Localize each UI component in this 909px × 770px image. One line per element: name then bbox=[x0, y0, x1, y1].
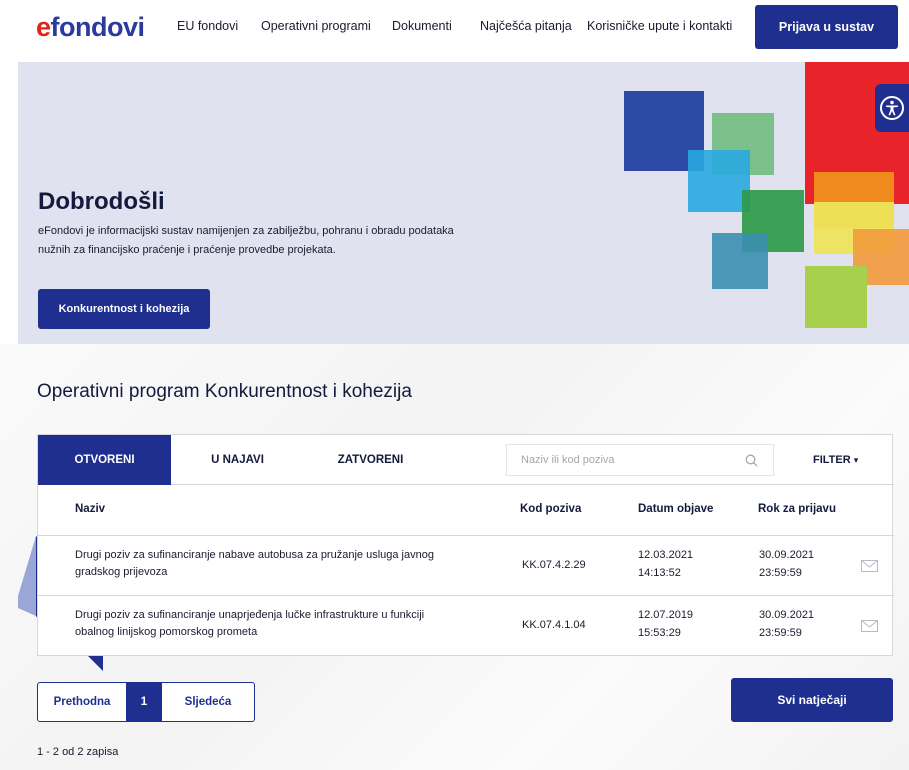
accessibility-icon bbox=[880, 96, 904, 120]
nav-korisnicke-upute[interactable]: Korisničke upute i kontakti bbox=[587, 19, 732, 33]
deadline-time: 23:59:59 bbox=[759, 627, 802, 639]
col-header-datum-objave: Datum objave bbox=[638, 503, 714, 515]
published-time: 14:13:52 bbox=[638, 567, 681, 579]
call-code: KK.07.4.2.29 bbox=[522, 559, 586, 571]
filter-dropdown[interactable]: FILTER ▾ bbox=[813, 435, 858, 485]
page-1-button[interactable]: 1 bbox=[126, 683, 162, 721]
status-tabs: OTVORENI U NAJAVI ZATVORENI FILTER ▾ bbox=[38, 435, 894, 485]
call-name[interactable]: Drugi poziv za sufinanciranje nabave aut… bbox=[75, 547, 435, 581]
hero-decor-square bbox=[712, 233, 768, 289]
nav-najcesca-pitanja[interactable]: Najčešća pitanja bbox=[480, 19, 572, 33]
efondovi-logo[interactable]: efondovi bbox=[36, 12, 145, 42]
col-header-rok-za-prijavu: Rok za prijavu bbox=[758, 503, 836, 515]
col-header-kod-poziva: Kod poziva bbox=[520, 503, 582, 515]
pagination: Prethodna 1 Sljedeća bbox=[37, 682, 255, 722]
caret-down-icon: ▾ bbox=[853, 455, 859, 465]
col-header-naziv: Naziv bbox=[75, 503, 106, 515]
nav-dokumenti[interactable]: Dokumenti bbox=[392, 19, 452, 33]
program-button[interactable]: Konkurentnost i kohezija bbox=[38, 289, 210, 329]
published-date: 12.07.2019 bbox=[638, 609, 694, 621]
tab-otvoreni[interactable]: OTVORENI bbox=[38, 435, 171, 485]
section-title: Operativni program Konkurentnost i kohez… bbox=[37, 381, 412, 402]
search-input[interactable] bbox=[506, 444, 774, 476]
calls-table-panel: OTVORENI U NAJAVI ZATVORENI FILTER ▾ Naz… bbox=[37, 434, 894, 656]
mail-icon[interactable] bbox=[861, 560, 878, 572]
accessibility-button[interactable] bbox=[875, 84, 909, 132]
published-time: 15:53:29 bbox=[638, 627, 681, 639]
records-count: 1 - 2 od 2 zapisa bbox=[37, 746, 119, 758]
call-name[interactable]: Drugi poziv za sufinanciranje unaprjeđen… bbox=[75, 607, 435, 641]
nav-eu-fondovi[interactable]: EU fondovi bbox=[177, 19, 238, 33]
tab-u-najavi[interactable]: U NAJAVI bbox=[171, 435, 304, 485]
filter-label: FILTER bbox=[813, 454, 851, 466]
hero-title: Dobrodošli bbox=[38, 188, 165, 215]
next-page-button[interactable]: Sljedeća bbox=[162, 683, 254, 721]
hero-decor-square bbox=[688, 150, 750, 212]
row-divider bbox=[38, 595, 894, 596]
row-divider bbox=[38, 535, 894, 536]
hero-description: eFondovi je informacijski sustav namijen… bbox=[38, 225, 454, 256]
logo-text: fondovi bbox=[50, 12, 145, 42]
tab-zatvoreni[interactable]: ZATVORENI bbox=[304, 435, 437, 485]
header: efondovi EU fondovi Operativni programi … bbox=[0, 0, 909, 60]
published-date: 12.03.2021 bbox=[638, 549, 694, 561]
deadline-date: 30.09.2021 bbox=[759, 549, 815, 561]
nav-operativni-programi[interactable]: Operativni programi bbox=[261, 19, 371, 33]
logo-letter-e: e bbox=[36, 12, 51, 42]
call-code: KK.07.4.1.04 bbox=[522, 619, 586, 631]
login-button[interactable]: Prijava u sustav bbox=[755, 5, 898, 49]
deadline-time: 23:59:59 bbox=[759, 567, 802, 579]
mail-icon[interactable] bbox=[861, 620, 878, 632]
hero-banner: Dobrodošli eFondovi je informacijski sus… bbox=[18, 62, 909, 344]
hero-decor-square bbox=[805, 266, 867, 328]
prev-page-button[interactable]: Prethodna bbox=[38, 683, 126, 721]
search-icon[interactable] bbox=[745, 454, 758, 467]
deadline-date: 30.09.2021 bbox=[759, 609, 815, 621]
all-calls-button[interactable]: Svi natječaji bbox=[731, 678, 893, 722]
